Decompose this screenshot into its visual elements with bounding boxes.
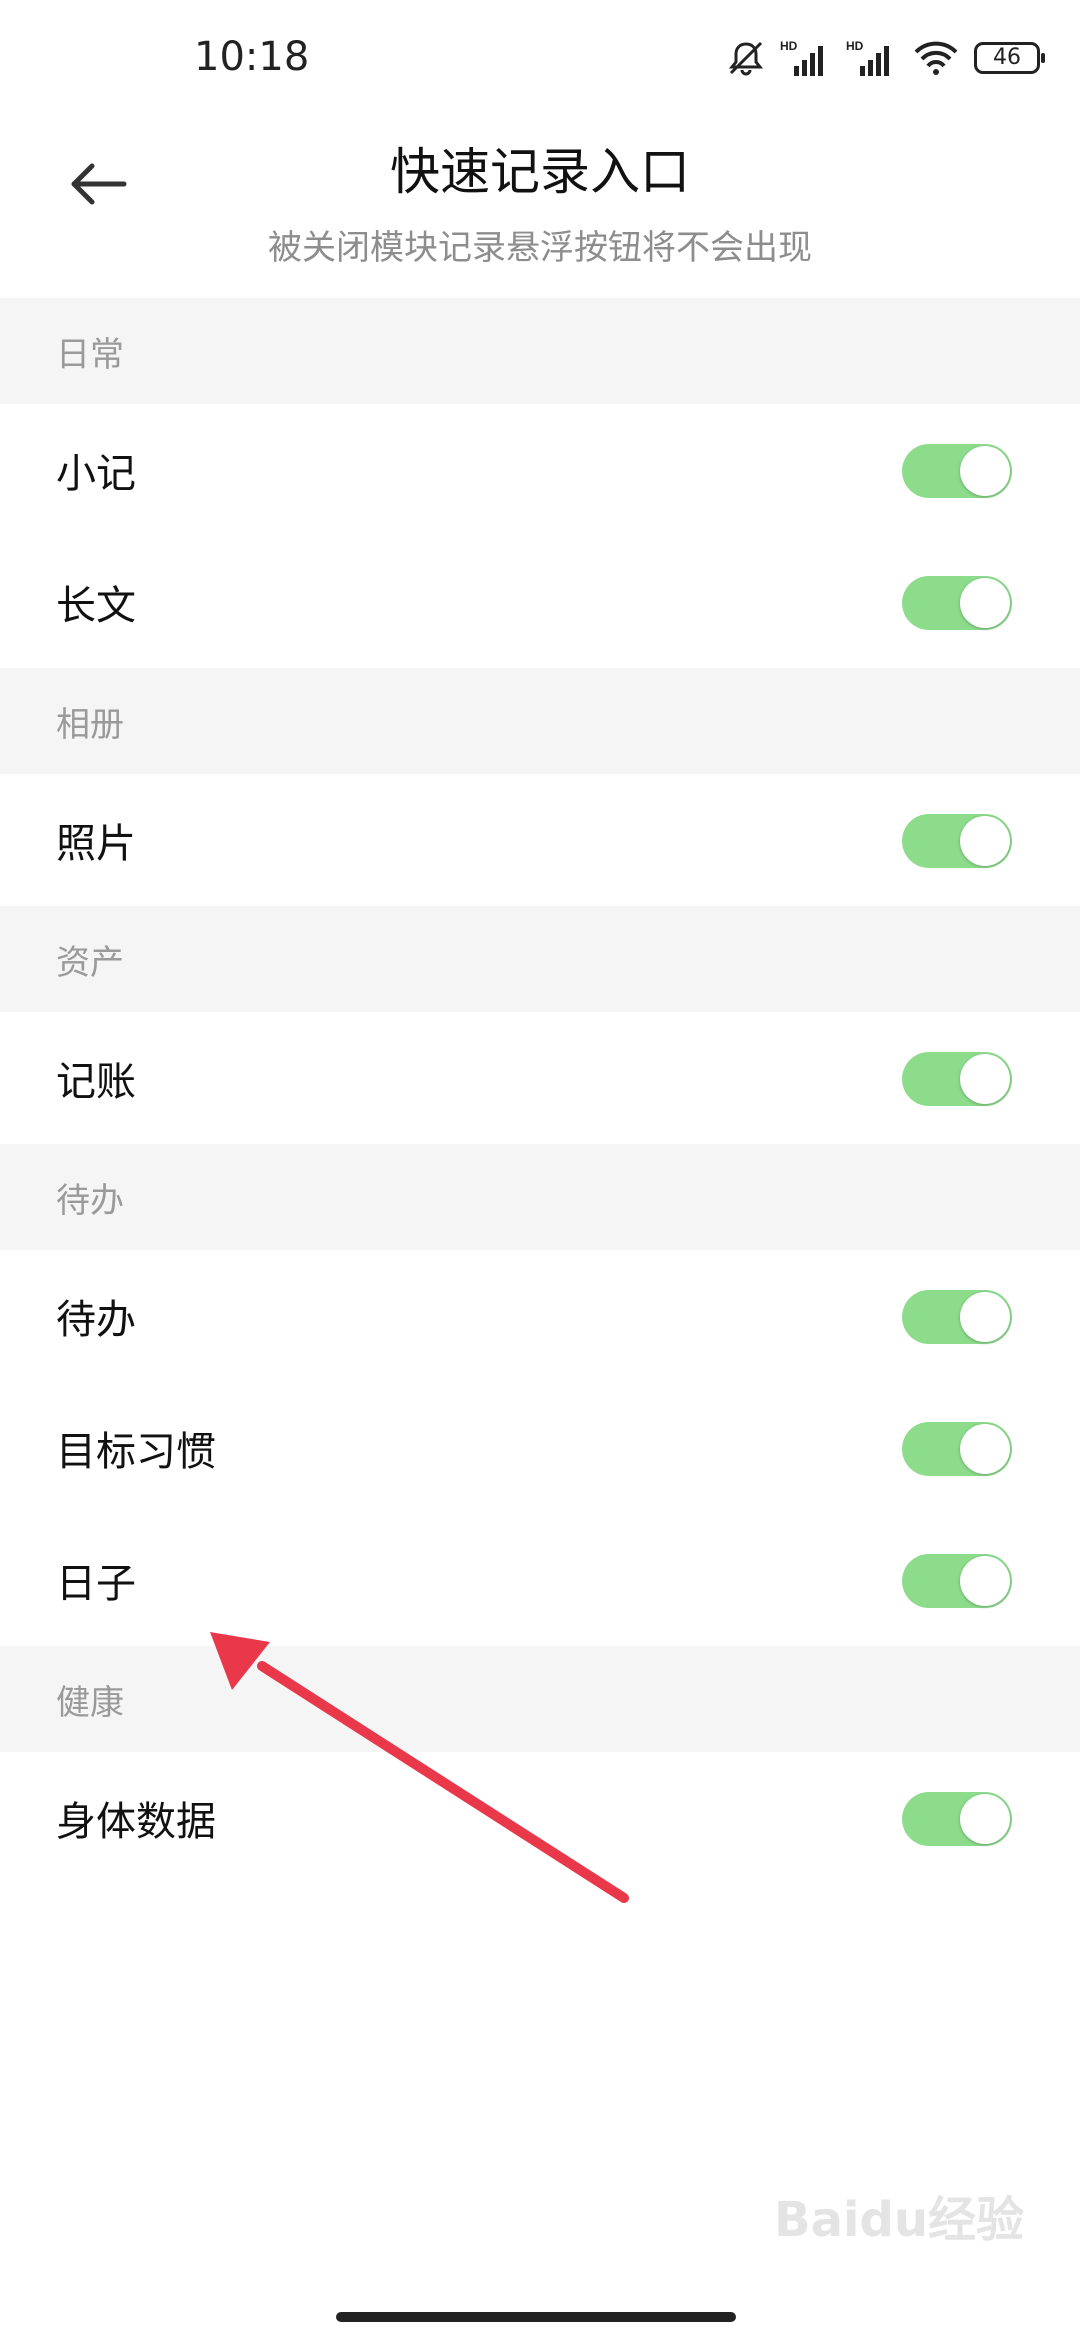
toggle-knob bbox=[960, 816, 1010, 866]
battery-icon: 46 bbox=[974, 42, 1045, 74]
setting-row-accounting: 记账 bbox=[0, 1012, 1080, 1144]
toggle-switch[interactable] bbox=[902, 1792, 1012, 1846]
toggle-switch[interactable] bbox=[902, 814, 1012, 868]
toggle-switch[interactable] bbox=[902, 1290, 1012, 1344]
setting-label: 长文 bbox=[56, 583, 136, 629]
toggle-knob bbox=[960, 1054, 1010, 1104]
toggle-knob bbox=[960, 1794, 1010, 1844]
section-header-assets: 资产 bbox=[0, 906, 1080, 1012]
header: 快速记录入口 被关闭模块记录悬浮按钮将不会出现 bbox=[0, 120, 1080, 298]
wifi-icon bbox=[914, 41, 958, 75]
home-indicator[interactable] bbox=[336, 2312, 736, 2322]
setting-label: 小记 bbox=[56, 451, 136, 497]
toggle-switch[interactable] bbox=[902, 1422, 1012, 1476]
section-header-daily: 日常 bbox=[0, 298, 1080, 404]
toggle-knob bbox=[960, 1556, 1010, 1606]
toggle-knob bbox=[960, 446, 1010, 496]
toggle-switch[interactable] bbox=[902, 1554, 1012, 1608]
hd-signal-icon: HD bbox=[846, 39, 889, 76]
setting-label: 目标习惯 bbox=[56, 1429, 216, 1475]
section-header-health: 健康 bbox=[0, 1646, 1080, 1752]
setting-row-body-data: 身体数据 bbox=[0, 1752, 1080, 1884]
setting-label: 身体数据 bbox=[56, 1799, 216, 1845]
watermark: Baidu经验 bbox=[774, 2192, 1024, 2248]
setting-label: 日子 bbox=[56, 1561, 136, 1607]
section-header-todo: 待办 bbox=[0, 1144, 1080, 1250]
page-title: 快速记录入口 bbox=[390, 143, 690, 201]
svg-text:HD: HD bbox=[846, 39, 864, 53]
hd-signal-icon: HD bbox=[780, 39, 823, 76]
setting-row-goal-habit: 目标习惯 bbox=[0, 1382, 1080, 1514]
toggle-knob bbox=[960, 1424, 1010, 1474]
toggle-switch[interactable] bbox=[902, 1052, 1012, 1106]
svg-text:HD: HD bbox=[780, 39, 798, 53]
settings-list: 日常 小记 长文 相册 照片 资产 记账 待办 待办 目标习惯 日子 健康 身体… bbox=[0, 298, 1080, 1884]
toggle-switch[interactable] bbox=[902, 444, 1012, 498]
toggle-knob bbox=[960, 1292, 1010, 1342]
mute-bell-icon bbox=[728, 41, 764, 76]
status-icons: HD HD 46 bbox=[726, 36, 1045, 80]
page-subtitle: 被关闭模块记录悬浮按钮将不会出现 bbox=[268, 228, 812, 268]
setting-row-article: 长文 bbox=[0, 536, 1080, 668]
setting-row-days: 日子 bbox=[0, 1514, 1080, 1646]
setting-label: 照片 bbox=[56, 821, 136, 867]
toggle-knob bbox=[960, 578, 1010, 628]
setting-label: 记账 bbox=[56, 1059, 136, 1105]
setting-row-todo: 待办 bbox=[0, 1250, 1080, 1382]
status-time: 10:18 bbox=[194, 34, 310, 80]
setting-row-photos: 照片 bbox=[0, 774, 1080, 906]
setting-row-notes: 小记 bbox=[0, 404, 1080, 536]
status-bar: 10:18 HD HD 46 bbox=[0, 0, 1080, 120]
setting-label: 待办 bbox=[56, 1297, 136, 1343]
section-header-album: 相册 bbox=[0, 668, 1080, 774]
toggle-switch[interactable] bbox=[902, 576, 1012, 630]
